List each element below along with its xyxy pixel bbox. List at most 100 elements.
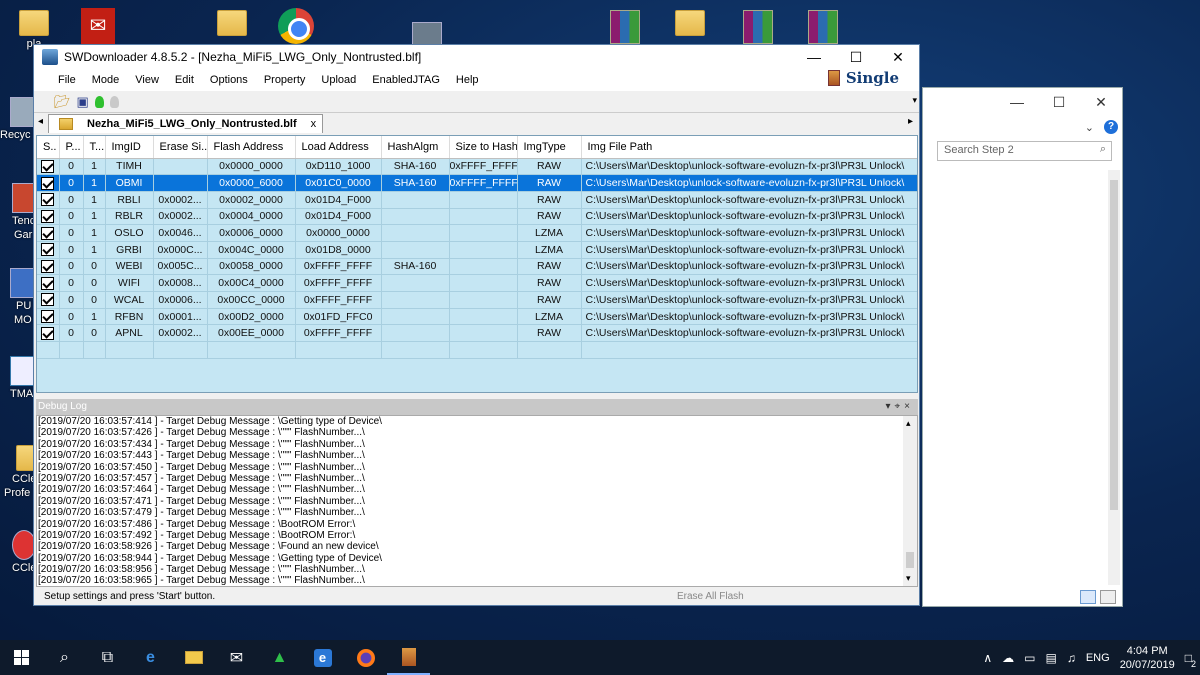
mail-icon[interactable]: ✉ xyxy=(215,640,258,675)
row-checkbox[interactable] xyxy=(41,226,55,240)
clock[interactable]: 4:04 PM 20/07/2019 xyxy=(1120,644,1175,672)
back-window-titlebar: — ☐ ✕ xyxy=(923,88,1122,116)
tab-close-icon[interactable]: x xyxy=(311,118,317,130)
open-folder-icon[interactable]: 📂︎ xyxy=(54,94,71,110)
column-header[interactable]: Size to Hash xyxy=(449,136,518,159)
stop-bulb-icon[interactable] xyxy=(109,95,119,108)
network-icon[interactable]: ▤ xyxy=(1046,651,1057,665)
chevron-up-icon[interactable]: ∧ xyxy=(983,651,992,665)
scroll-up-icon[interactable]: ▴ xyxy=(906,418,911,429)
edge-icon[interactable]: e xyxy=(129,640,172,675)
winrar-icon[interactable] xyxy=(605,10,645,44)
table-row[interactable]: 0 0 APNL 0x0002... 0x00EE_0000 0xFFFF_FFFF RAW… xyxy=(37,324,917,343)
menu-view[interactable]: View xyxy=(127,74,167,86)
task-view-icon[interactable]: ⧉ xyxy=(86,640,129,675)
column-header[interactable]: ImgType xyxy=(517,136,582,159)
chrome-icon[interactable] xyxy=(276,8,316,44)
adobe-pdf-icon[interactable]: ✉ xyxy=(78,8,118,44)
notifications-icon[interactable]: □ 2 xyxy=(1185,651,1196,669)
table-row[interactable]: 0 1 RBLR 0x0002... 0x0004_0000 0x01D4_F000 RAW… xyxy=(37,208,917,226)
tab-scroll-right-icon[interactable]: ▸ xyxy=(908,116,913,127)
swdownloader-taskbar-icon[interactable] xyxy=(387,640,430,675)
table-row[interactable]: 0 0 WCAL 0x0006... 0x00CC_0000 0xFFFF_FFFF RAW… xyxy=(37,291,917,309)
desktop-folder-icon[interactable] xyxy=(670,10,710,36)
menu-enabledjtag[interactable]: EnabledJTAG xyxy=(364,74,448,86)
table-row[interactable]: 0 0 WEBI 0x005C... 0x0058_0000 0xFFFF_FFFF SHA… xyxy=(37,258,917,276)
minimize-button[interactable]: — xyxy=(996,94,1038,110)
pin-icon[interactable]: ⌖ xyxy=(895,401,905,412)
menu-file[interactable]: File xyxy=(50,74,84,86)
search-icon[interactable]: ⌕ xyxy=(1100,143,1106,156)
green-app-icon[interactable]: ▲ xyxy=(258,640,301,675)
language-indicator[interactable]: ENG xyxy=(1086,652,1110,664)
vertical-scrollbar[interactable] xyxy=(1108,170,1120,585)
menu-mode[interactable]: Mode xyxy=(84,74,128,86)
volume-icon[interactable]: ♫ xyxy=(1067,651,1076,665)
close-button[interactable]: ✕ xyxy=(1080,94,1122,111)
ie-icon[interactable]: e xyxy=(301,640,344,675)
menu-help[interactable]: Help xyxy=(448,74,487,86)
start-bulb-icon[interactable] xyxy=(94,95,104,108)
row-checkbox[interactable] xyxy=(41,243,55,257)
table-row[interactable]: 0 1 GRBI 0x000C... 0x004C_0000 0x01D8_0000 LZM… xyxy=(37,241,917,259)
row-checkbox[interactable] xyxy=(41,193,55,207)
firefox-icon[interactable] xyxy=(344,640,387,675)
column-header[interactable]: Img File Path xyxy=(581,136,917,159)
menu-property[interactable]: Property xyxy=(256,74,314,86)
column-header[interactable]: P... xyxy=(59,136,84,159)
large-icons-view-icon[interactable] xyxy=(1100,590,1116,604)
scroll-down-icon[interactable]: ▾ xyxy=(906,573,911,584)
row-checkbox[interactable] xyxy=(41,293,55,307)
menu-edit[interactable]: Edit xyxy=(167,74,202,86)
table-row[interactable]: 0 1 OBMI 0x0000_6000 0x01C0_0000 SHA-160 0xFFF… xyxy=(37,174,917,192)
details-view-icon[interactable] xyxy=(1080,590,1096,604)
close-button[interactable]: ✕ xyxy=(877,45,919,69)
row-checkbox[interactable] xyxy=(41,326,55,340)
battery-icon[interactable]: ▭ xyxy=(1024,651,1035,665)
file-explorer-icon[interactable] xyxy=(172,640,215,675)
column-header[interactable]: S.. xyxy=(37,136,60,159)
row-checkbox[interactable] xyxy=(41,310,55,324)
desktop-folder-icon[interactable] xyxy=(212,10,252,36)
start-button[interactable] xyxy=(0,640,43,675)
tab-blf-file[interactable]: Nezha_MiFi5_LWG_Only_Nontrusted.blf x xyxy=(48,114,324,133)
toolbar-overflow-icon[interactable]: ▾ xyxy=(912,95,917,106)
debug-log-panel[interactable]: [2019/07/20 16:03:57:414 ] - Target Debu… xyxy=(36,415,918,587)
search-input[interactable]: Search Step 2 ⌕ xyxy=(937,141,1112,161)
column-header[interactable]: ImgID xyxy=(105,136,154,159)
row-checkbox[interactable] xyxy=(41,259,55,273)
close-icon[interactable]: × xyxy=(904,401,914,412)
menu-options[interactable]: Options xyxy=(202,74,256,86)
dropdown-icon[interactable]: ▾ xyxy=(885,401,894,412)
winrar-icon[interactable] xyxy=(803,10,843,44)
help-icon[interactable]: ? xyxy=(1104,120,1118,134)
table-row[interactable]: 0 1 RBLI 0x0002... 0x0002_0000 0x01D4_F000 RAW… xyxy=(37,191,917,209)
maximize-button[interactable]: ☐ xyxy=(835,45,877,69)
maximize-button[interactable]: ☐ xyxy=(1038,94,1080,111)
row-checkbox[interactable] xyxy=(41,176,55,190)
column-header[interactable]: HashAlgm xyxy=(381,136,450,159)
minimize-button[interactable]: — xyxy=(793,45,835,69)
row-checkbox[interactable] xyxy=(41,209,55,223)
menu-upload[interactable]: Upload xyxy=(313,74,364,86)
table-row[interactable]: 0 0 WIFI 0x0008... 0x00C4_0000 0xFFFF_FFFF RAW… xyxy=(37,274,917,292)
log-vertical-scrollbar[interactable]: ▴ ▾ xyxy=(903,416,917,586)
row-checkbox[interactable] xyxy=(41,276,55,290)
table-cell: 1 xyxy=(83,174,106,192)
column-header[interactable]: Load Address xyxy=(295,136,382,159)
column-header[interactable]: Erase Si... xyxy=(153,136,208,159)
save-icon[interactable]: ▣ xyxy=(77,94,89,110)
table-row[interactable]: 0 1 RFBN 0x0001... 0x00D2_0000 0x01FD_FFC0 LZM… xyxy=(37,308,917,326)
row-checkbox[interactable] xyxy=(41,159,55,173)
column-header[interactable]: T... xyxy=(83,136,106,159)
tab-scroll-left-icon[interactable]: ◂ xyxy=(38,116,43,127)
search-icon[interactable]: ⌕ xyxy=(43,640,86,675)
cloud-icon[interactable]: ☁ xyxy=(1002,651,1014,665)
table-cell: 0 xyxy=(59,274,84,292)
table-row[interactable]: 0 1 OSLO 0x0046... 0x0006_0000 0x0000_0000 LZM… xyxy=(37,224,917,242)
table-cell: 0 xyxy=(83,258,106,276)
chevron-down-icon[interactable]: ⌄ xyxy=(1085,121,1094,134)
table-row[interactable]: 0 1 TIMH 0x0000_0000 0xD110_1000 SHA-160 0xFFF… xyxy=(37,158,917,176)
column-header[interactable]: Flash Address xyxy=(207,136,296,159)
winrar-icon[interactable] xyxy=(738,10,778,44)
